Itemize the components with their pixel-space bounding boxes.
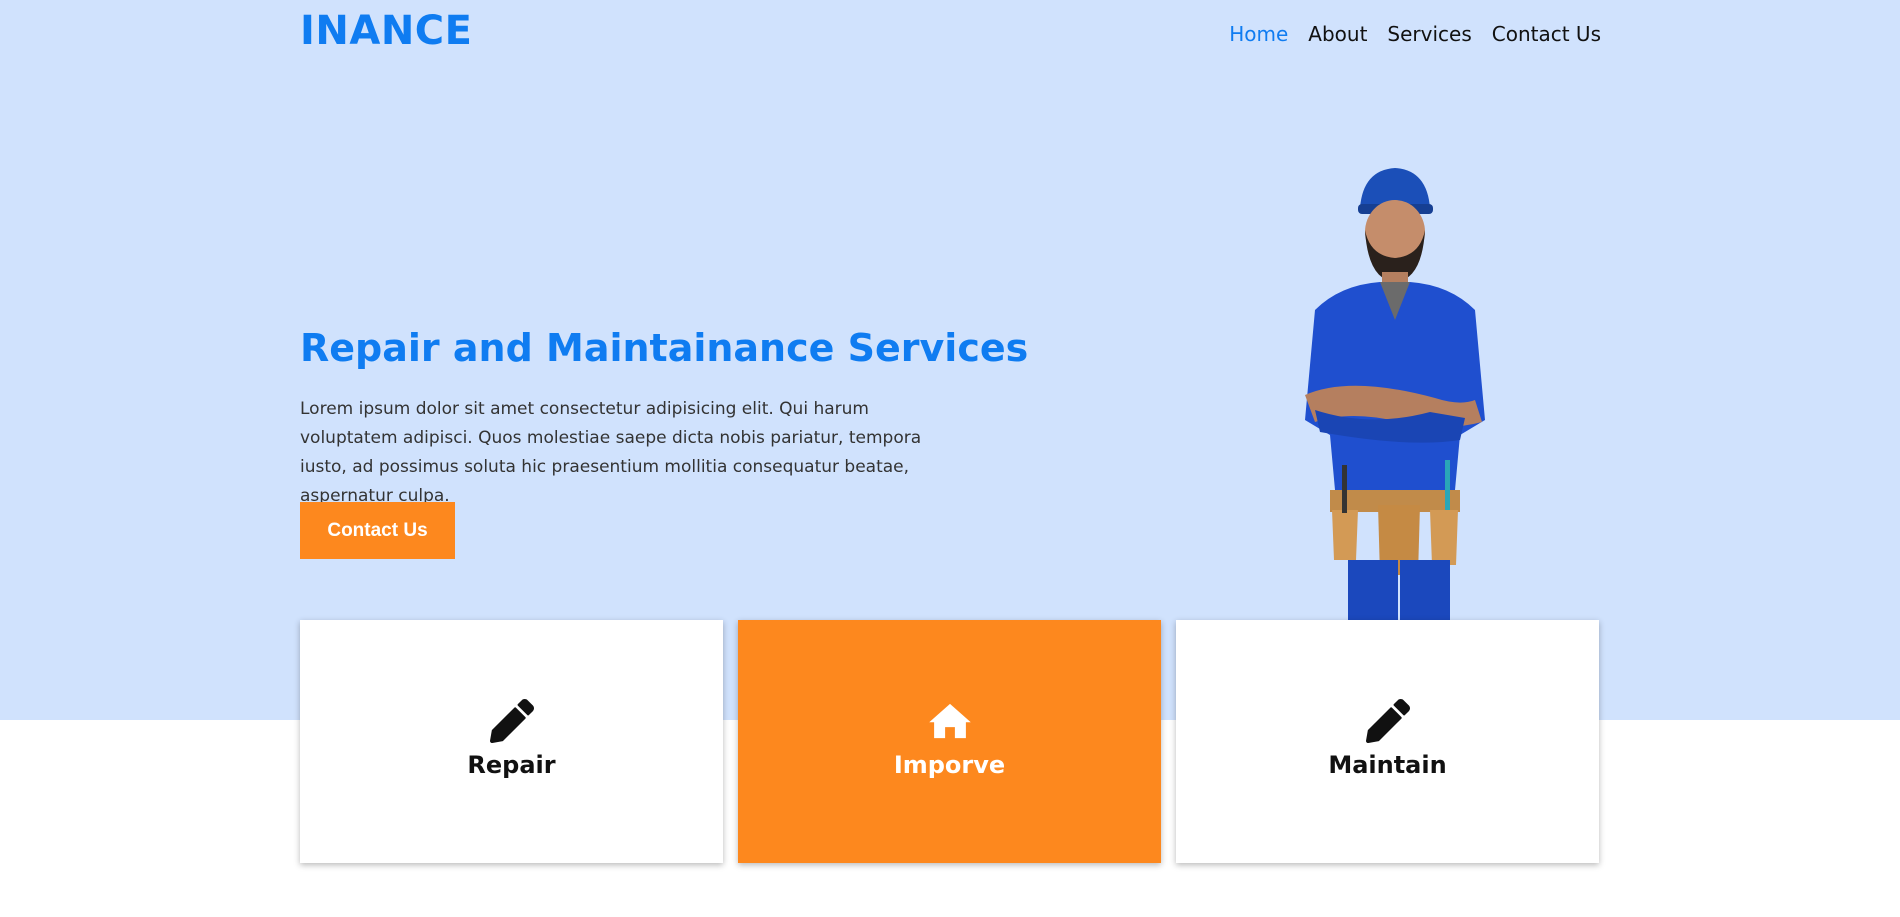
card-label: Imporve — [893, 750, 1006, 779]
page: INANCE Home About Services Contact Us Re… — [0, 0, 1900, 917]
pencil-icon — [489, 698, 534, 743]
nav-services[interactable]: Services — [1387, 22, 1471, 46]
hero-title: Repair and Maintainance Services — [300, 326, 1029, 370]
card-label: Repair — [467, 750, 556, 779]
home-icon — [928, 703, 971, 738]
pencil-icon — [1365, 698, 1410, 743]
hero-description: Lorem ipsum dolor sit amet consectetur a… — [300, 399, 922, 506]
nav-about[interactable]: About — [1308, 22, 1367, 46]
card-label: Maintain — [1328, 750, 1447, 779]
site-logo[interactable]: INANCE — [300, 8, 472, 54]
improve-card[interactable]: Imporve — [738, 620, 1161, 863]
repair-card[interactable]: Repair — [300, 620, 723, 863]
contact-us-button[interactable]: Contact Us — [300, 502, 455, 559]
main-nav: Home About Services Contact Us — [1229, 22, 1601, 46]
worker-illustration — [1305, 168, 1485, 620]
nav-home[interactable]: Home — [1229, 22, 1288, 46]
maintain-card[interactable]: Maintain — [1176, 620, 1599, 863]
nav-contact[interactable]: Contact Us — [1492, 22, 1601, 46]
